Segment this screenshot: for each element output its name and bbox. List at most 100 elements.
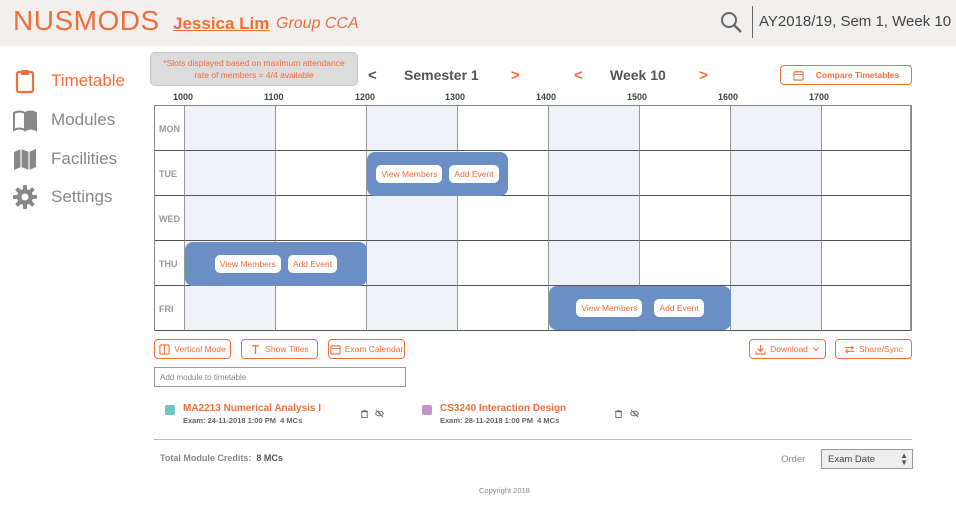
- module-color-swatch[interactable]: [422, 405, 432, 415]
- view-members-button[interactable]: View Members: [576, 299, 643, 317]
- timetable-cell[interactable]: [731, 196, 822, 241]
- share-sync-label: Share/Sync: [859, 344, 903, 354]
- available-slot-fri[interactable]: View Members Add Event: [549, 286, 731, 330]
- module-name[interactable]: CS3240 Interaction Design: [440, 403, 566, 414]
- timetable-cell[interactable]: [822, 106, 911, 151]
- timetable-cell[interactable]: [731, 151, 822, 196]
- sidebar-item-timetable[interactable]: Timetable: [12, 66, 142, 96]
- timetable-cell[interactable]: [458, 286, 549, 331]
- add-event-button[interactable]: Add Event: [654, 299, 704, 317]
- order-select[interactable]: Exam Date ▲ ▼: [821, 449, 913, 469]
- exam-calendar-label: Exam Calendar: [344, 344, 404, 354]
- timetable-cell[interactable]: [458, 106, 549, 151]
- trash-icon[interactable]: [614, 409, 623, 418]
- order-label: Order: [781, 454, 806, 465]
- timetable-cell[interactable]: [276, 286, 367, 331]
- timetable-cell[interactable]: [731, 241, 822, 286]
- sidebar-item-label: Timetable: [51, 71, 126, 90]
- semester-prev-button[interactable]: <: [368, 67, 377, 84]
- exam-calendar-button[interactable]: Exam Calendar: [328, 339, 405, 359]
- day-label-wed: WED: [159, 214, 180, 224]
- total-credits: Total Module Credits: 8 MCs: [160, 453, 283, 463]
- timetable-cell[interactable]: [640, 106, 731, 151]
- timetable-cell[interactable]: [822, 196, 911, 241]
- hour-label: 1400: [536, 92, 557, 102]
- day-label-mon: MON: [159, 124, 180, 134]
- hour-label: 1500: [627, 92, 648, 102]
- total-credits-value: 8 MCs: [256, 453, 283, 463]
- clipboard-icon: [15, 70, 35, 94]
- timetable-cell[interactable]: [367, 241, 458, 286]
- sidebar-item-label: Settings: [51, 187, 113, 206]
- semester-next-button[interactable]: >: [511, 67, 520, 84]
- trash-icon[interactable]: [360, 409, 369, 418]
- share-sync-button[interactable]: Share/Sync: [835, 339, 912, 359]
- timetable-grid: MON TUE WED THU FRI View Members Add Eve…: [154, 105, 912, 331]
- available-slot-tue[interactable]: View Members Add Event: [367, 152, 508, 196]
- timetable-cell[interactable]: [458, 196, 549, 241]
- timetable-cell[interactable]: [822, 241, 911, 286]
- day-label-fri: FRI: [159, 304, 174, 314]
- timetable-cell[interactable]: [640, 151, 731, 196]
- semester-label: Semester 1: [404, 67, 479, 83]
- timetable-cell[interactable]: [549, 151, 640, 196]
- add-event-button[interactable]: Add Event: [287, 255, 338, 273]
- timetable-cell[interactable]: [549, 196, 640, 241]
- vertical-mode-button[interactable]: Vertical Mode: [154, 339, 231, 359]
- text-icon: [252, 344, 260, 354]
- sidebar-item-modules[interactable]: Modules: [12, 105, 142, 135]
- timetable-cell[interactable]: [731, 106, 822, 151]
- download-icon: [755, 344, 766, 355]
- download-button[interactable]: Download: [749, 339, 826, 359]
- timetable-cell[interactable]: [549, 106, 640, 151]
- timetable-cell[interactable]: [822, 286, 911, 331]
- vertical-mode-label: Vertical Mode: [174, 344, 226, 354]
- add-event-button[interactable]: Add Event: [449, 165, 499, 183]
- user-name-link[interactable]: Jessica Lim: [173, 14, 269, 34]
- chevron-down-icon: [812, 347, 819, 352]
- compare-timetables-button[interactable]: Compare Timetables: [780, 65, 912, 85]
- timetable-cell[interactable]: [185, 151, 276, 196]
- timetable-cell[interactable]: [367, 286, 458, 331]
- select-caret-icon: ▲ ▼: [900, 451, 908, 467]
- hour-label: 1700: [809, 92, 830, 102]
- sidebar-item-label: Modules: [51, 110, 116, 129]
- timetable-cell[interactable]: [367, 106, 458, 151]
- timetable-cell[interactable]: [276, 106, 367, 151]
- timetable-cell[interactable]: [185, 196, 276, 241]
- module-color-swatch[interactable]: [165, 405, 175, 415]
- available-slot-thu[interactable]: View Members Add Event: [185, 242, 367, 286]
- hour-label: 1100: [264, 92, 284, 102]
- timetable-cell[interactable]: [185, 106, 276, 151]
- show-titles-button[interactable]: Show Titles: [241, 339, 318, 359]
- week-next-button[interactable]: >: [699, 67, 708, 84]
- timetable-cell[interactable]: [640, 196, 731, 241]
- gear-icon: [13, 185, 37, 209]
- hide-icon[interactable]: [630, 409, 639, 418]
- add-module-input[interactable]: Add module to timetable: [154, 367, 406, 387]
- columns-icon: [159, 343, 170, 355]
- module-name[interactable]: MA2213 Numerical Analysis I: [183, 403, 321, 414]
- sidebar-item-settings[interactable]: Settings: [12, 182, 142, 212]
- hour-label: 1200: [355, 92, 376, 102]
- hour-label: 1600: [718, 92, 739, 102]
- timetable-cell[interactable]: [458, 241, 549, 286]
- timetable-cell[interactable]: [640, 241, 731, 286]
- week-prev-button[interactable]: <: [574, 67, 583, 84]
- timetable-cell[interactable]: [276, 151, 367, 196]
- timetable-cell[interactable]: [731, 286, 822, 331]
- timetable-cell[interactable]: [185, 286, 276, 331]
- timetable-cell[interactable]: [276, 196, 367, 241]
- notice-line: rate of members = 4/4 available: [194, 70, 314, 80]
- view-members-button[interactable]: View Members: [376, 165, 443, 183]
- top-bar: NUSMODS Jessica Lim Group CCA AY2018/19,…: [0, 0, 956, 46]
- sidebar-item-facilities[interactable]: Facilities: [12, 144, 142, 174]
- module-item: MA2213 Numerical Analysis I Exam: 24-11-…: [165, 403, 405, 427]
- view-members-button[interactable]: View Members: [214, 255, 281, 273]
- brand-logo[interactable]: NUSMODS: [13, 5, 160, 37]
- search-icon[interactable]: [720, 11, 742, 33]
- timetable-cell[interactable]: [549, 241, 640, 286]
- timetable-cell[interactable]: [822, 151, 911, 196]
- hide-icon[interactable]: [375, 409, 384, 418]
- timetable-cell[interactable]: [367, 196, 458, 241]
